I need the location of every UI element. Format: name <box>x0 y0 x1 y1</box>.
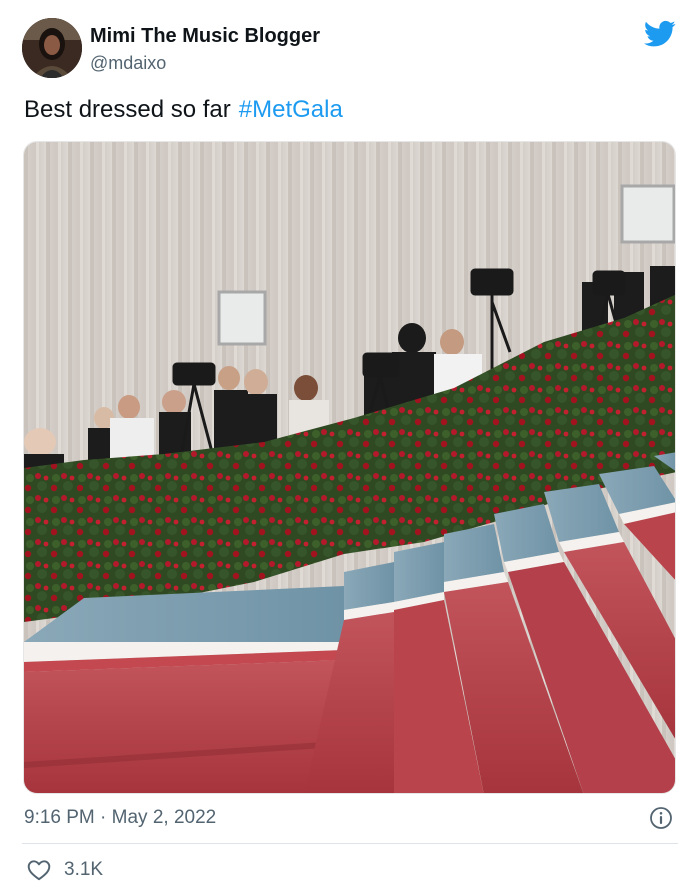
author-handle[interactable]: @mdaixo <box>90 52 166 74</box>
like-count: 3.1K <box>64 859 104 880</box>
twitter-bird-icon[interactable] <box>644 20 676 48</box>
tweet-timestamp[interactable]: 9:16 PM · May 2, 2022 <box>24 806 216 830</box>
met-gala-stairs-photo <box>24 142 675 793</box>
avatar[interactable] <box>22 18 82 78</box>
tweet-text: Best dressed so far #MetGala <box>24 94 343 126</box>
hashtag-link[interactable]: #MetGala <box>239 96 343 123</box>
author-display-name[interactable]: Mimi The Music Blogger <box>90 24 320 48</box>
divider <box>22 843 678 844</box>
heart-icon[interactable] <box>26 857 52 883</box>
tweet-body: Best dressed so far <box>24 96 231 123</box>
tweet-photo[interactable] <box>23 141 676 794</box>
tweet-header: Mimi The Music Blogger @mdaixo <box>22 18 678 80</box>
info-icon[interactable] <box>649 806 673 830</box>
tweet-card: Mimi The Music Blogger @mdaixo Best dres… <box>0 0 700 896</box>
